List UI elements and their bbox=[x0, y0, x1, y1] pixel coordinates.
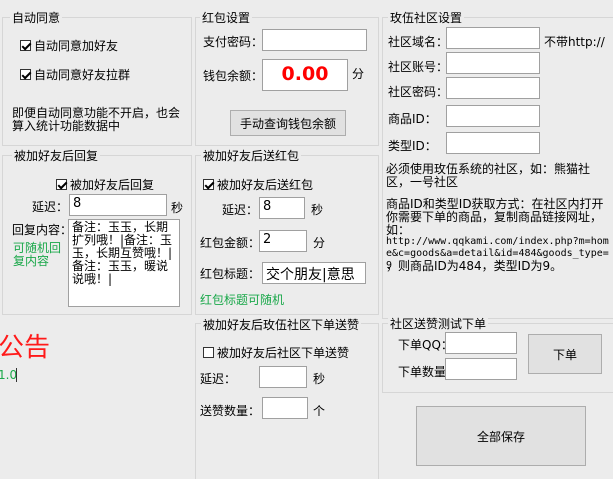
order-like-title: 被加好友后玫伍社区下单送赞 bbox=[201, 316, 362, 333]
reply-random-hint: 可随机回复内容 bbox=[13, 241, 62, 268]
red-amount-label: 红包金额： bbox=[200, 236, 261, 250]
red-amount-input[interactable]: 2 bbox=[259, 230, 307, 252]
like-qty-input[interactable] bbox=[262, 397, 308, 419]
red-packet-title: 红包设置 bbox=[200, 9, 253, 26]
version-label: 1.0 bbox=[0, 368, 18, 382]
test-order-title: 社区送赞测试下单 bbox=[388, 315, 489, 332]
domain-label: 社区域名： bbox=[388, 35, 449, 49]
community-title: 玫伍社区设置 bbox=[388, 9, 465, 26]
auto-agree-note: 即便自动同意功能不开启，也会算入统计功能数据中 bbox=[12, 106, 181, 133]
domain-hint: 不带http:// bbox=[544, 35, 605, 49]
place-order-button[interactable]: 下单 bbox=[528, 334, 602, 374]
type-id-label: 类型ID： bbox=[388, 139, 437, 153]
query-balance-button[interactable]: 手动查询钱包余额 bbox=[230, 110, 346, 136]
red-title-input[interactable]: 交个朋友|意思 bbox=[262, 262, 366, 284]
order-qty-input[interactable] bbox=[445, 358, 517, 380]
auto-agree-title: 自动同意 bbox=[10, 9, 63, 26]
checkbox-checked-icon bbox=[20, 69, 31, 80]
reply-delay-label: 延迟： bbox=[32, 200, 69, 214]
pay-password-label: 支付密码： bbox=[203, 35, 264, 49]
community-info-2: 商品ID和类型ID获取方式：在社区内打开你需要下单的商品，复制商品链接网址，如： bbox=[386, 197, 604, 237]
checkbox-checked-icon bbox=[56, 179, 67, 190]
product-id-input[interactable] bbox=[446, 105, 540, 127]
domain-input[interactable] bbox=[446, 27, 540, 49]
red-title-label: 红包标题： bbox=[200, 267, 261, 281]
password-input[interactable] bbox=[446, 77, 540, 99]
order-like-delay-input[interactable] bbox=[259, 366, 307, 388]
reply-delay-input[interactable]: 8 bbox=[69, 194, 167, 216]
checkbox-unchecked-icon bbox=[203, 347, 214, 358]
like-qty-label: 送赞数量： bbox=[200, 404, 261, 418]
notice-title: 公告 bbox=[0, 333, 51, 363]
pay-password-input[interactable] bbox=[262, 29, 367, 51]
red-amount-unit: 分 bbox=[313, 236, 326, 250]
order-like-checkbox[interactable]: 被加好友后社区下单送赞 bbox=[203, 344, 349, 361]
red-title-random-hint: 红包标题可随机 bbox=[200, 293, 285, 307]
community-info-1: 必须使用玫伍系统的社区，如：熊猫社区，一号社区 bbox=[386, 162, 591, 189]
reply-delay-unit: 秒 bbox=[171, 201, 184, 215]
send-red-title: 被加好友后送红包 bbox=[201, 147, 302, 164]
product-id-label: 商品ID： bbox=[388, 112, 437, 126]
type-id-input[interactable] bbox=[446, 132, 540, 154]
send-red-delay-input[interactable]: 8 bbox=[259, 197, 305, 219]
notice-divider bbox=[16, 368, 17, 382]
reply-title: 被加好友后回复 bbox=[12, 147, 101, 164]
account-input[interactable] bbox=[446, 52, 540, 74]
order-like-delay-unit: 秒 bbox=[313, 372, 326, 386]
reply-content-label: 回复内容： bbox=[12, 223, 73, 237]
send-red-checkbox[interactable]: 被加好友后送红包 bbox=[203, 176, 313, 193]
account-label: 社区账号： bbox=[388, 60, 449, 74]
reply-checkbox[interactable]: 被加好友后回复 bbox=[56, 176, 154, 193]
community-info-3: ，则商品ID为484，类型ID为9。 bbox=[386, 259, 563, 273]
checkbox-checked-icon bbox=[20, 40, 31, 51]
balance-value: 0.00 bbox=[262, 59, 348, 91]
balance-unit: 分 bbox=[352, 67, 365, 81]
checkbox-checked-icon bbox=[203, 179, 214, 190]
auto-agree-group-checkbox[interactable]: 自动同意好友拉群 bbox=[20, 66, 130, 83]
balance-label: 钱包余额： bbox=[203, 69, 264, 83]
send-red-delay-unit: 秒 bbox=[311, 203, 324, 217]
order-like-delay-label: 延迟： bbox=[200, 372, 237, 386]
save-all-button[interactable]: 全部保存 bbox=[416, 406, 586, 466]
send-red-delay-label: 延迟： bbox=[222, 203, 259, 217]
password-label: 社区密码： bbox=[388, 85, 449, 99]
order-qq-input[interactable] bbox=[445, 332, 517, 354]
like-qty-unit: 个 bbox=[313, 404, 326, 418]
auto-agree-friend-checkbox[interactable]: 自动同意加好友 bbox=[20, 37, 118, 54]
reply-content-textarea[interactable]: 备注：玉玉，长期扩列哦！|备注：玉玉，长期互赞哦！|备注：玉玉，暖说说哦！| bbox=[68, 219, 180, 307]
